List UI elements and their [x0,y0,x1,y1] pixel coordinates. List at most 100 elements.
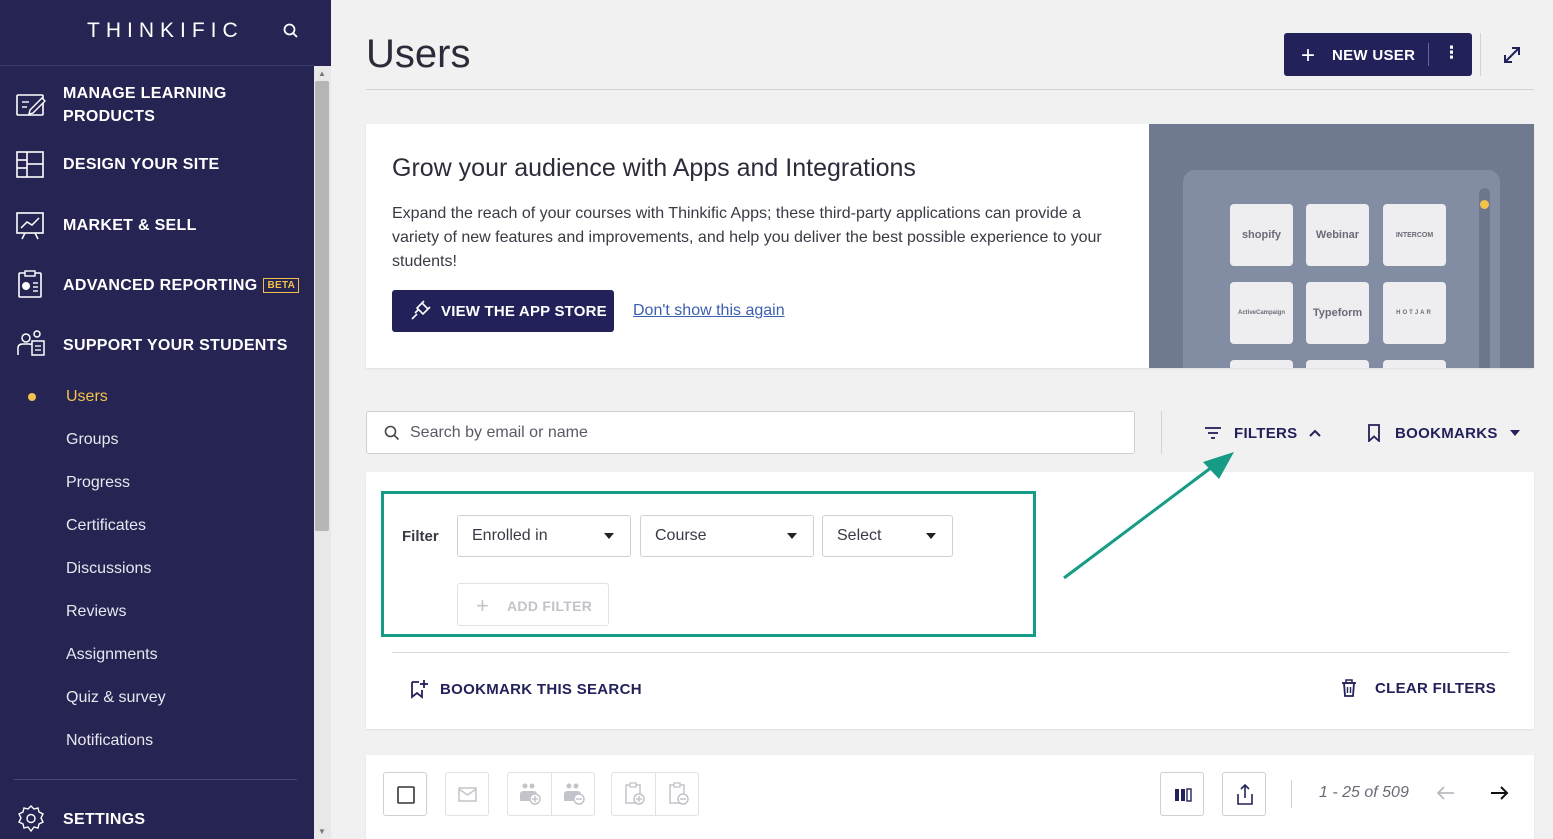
sidebar-scroll-thumb[interactable] [315,81,329,531]
email-users-button[interactable] [445,772,489,816]
typeform-tile: Typeform [1306,282,1369,344]
apps-promo-card: Grow your audience with Apps and Integra… [366,124,1534,368]
bookmark-icon [1367,424,1381,442]
clear-filters-button[interactable]: CLEAR FILTERS [1341,679,1496,697]
app-tile [1383,360,1446,368]
plus-icon: + [1301,42,1316,69]
enroll-icon[interactable] [612,773,655,815]
sidebar-item-quiz-survey[interactable]: Quiz & survey [66,689,166,707]
bookmark-this-search-button[interactable]: BOOKMARK THIS SEARCH [410,679,642,699]
plug-icon [408,299,432,323]
filters-label: FILTERS [1234,424,1298,442]
search-box [366,411,1135,454]
app-tile [1230,360,1293,368]
sidebar-item-users[interactable]: Users [66,388,108,406]
group-actions [507,772,595,816]
sidebar-item-discussions[interactable]: Discussions [66,560,151,578]
view-app-store-label: VIEW THE APP STORE [441,303,607,320]
activecampaign-tile: ActiveCampaign [1230,282,1293,344]
beta-badge: BETA [263,278,300,293]
hotjar-tile: HOTJAR [1383,282,1446,344]
users-table: 1 - 25 of 509 [366,755,1534,839]
sidebar-scroll-top [314,0,331,66]
bookmarks-button[interactable]: BOOKMARKS [1367,420,1520,446]
sidebar-item-reviews[interactable]: Reviews [66,603,126,621]
filter-lines-icon [1204,426,1222,440]
view-app-store-button[interactable]: VIEW THE APP STORE [392,290,614,332]
arrow-left-icon[interactable] [1434,781,1458,805]
more-options-icon[interactable]: ⋮ [1443,43,1460,63]
report-icon [15,269,47,299]
main-content: Users + NEW USER ⋮ Grow your audience wi… [331,0,1553,839]
nav-market-sell[interactable]: MARKET & SELL [0,212,314,240]
people-icon [15,329,47,359]
app-tile [1306,360,1369,368]
nav-label: DESIGN YOUR SITE [63,156,220,173]
intercom-tile: INTERCOM [1383,204,1446,266]
search-divider [1161,411,1162,454]
nav-manage-learning-products[interactable]: MANAGE LEARNING PRODUCTS [0,82,314,128]
new-user-label: NEW USER [1332,47,1416,64]
nav-design-your-site[interactable]: DESIGN YOUR SITE [0,150,314,180]
filter-label: Filter [402,528,439,545]
thinkific-logo[interactable]: THINKIFIC [87,19,244,43]
sidebar-item-groups[interactable]: Groups [66,431,118,449]
sidebar: THINKIFIC MANAGE LEARNING PRODUCTS DESIG… [0,0,314,839]
select-value: Course [655,527,707,544]
shopify-tile: shopify [1230,204,1293,266]
sidebar-item-certificates[interactable]: Certificates [66,517,146,535]
sidebar-item-notifications[interactable]: Notifications [66,732,153,750]
search-icon [384,425,400,441]
nav-settings[interactable]: SETTINGS [0,805,314,834]
caret-down-icon [1509,429,1520,437]
clear-filters-label: CLEAR FILTERS [1375,679,1497,697]
page-title: Users [366,32,471,76]
select-all-checkbox[interactable] [383,772,427,816]
export-button[interactable] [1222,772,1266,816]
add-to-group-icon[interactable] [508,773,551,815]
nav-label: MANAGE LEARNING PRODUCTS [63,85,227,125]
active-indicator [28,393,36,401]
apps-tray: shopify Webinar INTERCOM ActiveCampaign … [1183,170,1500,368]
select-value: Enrolled in [472,527,548,544]
apps-illustration: shopify Webinar INTERCOM ActiveCampaign … [1149,124,1534,368]
layout-icon [15,150,47,180]
columns-button[interactable] [1160,772,1204,816]
course-edit-icon [15,90,47,120]
new-user-button[interactable]: + NEW USER ⋮ [1284,33,1472,76]
nav-label-text: ADVANCED REPORTING [63,277,258,294]
search-icon[interactable] [282,22,300,40]
sidebar-item-assignments[interactable]: Assignments [66,646,158,664]
add-filter-button[interactable]: + ADD FILTER [457,583,609,626]
unenroll-icon[interactable] [656,773,699,815]
header-divider [1480,33,1481,76]
arrow-right-icon[interactable] [1487,781,1511,805]
dont-show-again-link[interactable]: Don't show this again [633,302,785,320]
nav-label: SETTINGS [63,811,146,828]
filters-button[interactable]: FILTERS [1204,420,1322,446]
bookmark-add-icon [410,679,428,699]
nav-support-your-students[interactable]: SUPPORT YOUR STUDENTS [0,330,314,360]
remove-from-group-icon[interactable] [552,773,595,815]
pagination-info: 1 - 25 of 509 [1319,784,1409,801]
scroll-up-icon[interactable]: ▲ [318,69,326,78]
course-select[interactable]: Course [640,515,814,557]
bookmarks-label: BOOKMARKS [1395,424,1498,442]
nav-label: ADVANCED REPORTING BETA [63,274,300,297]
nav-label: MARKET & SELL [63,217,197,234]
nav-advanced-reporting[interactable]: ADVANCED REPORTING BETA [0,270,314,300]
sidebar-divider [14,779,297,780]
select-value: Select [837,527,882,544]
search-input[interactable] [410,421,1110,445]
sidebar-item-progress[interactable]: Progress [66,474,130,492]
select-dropdown[interactable]: Select [822,515,953,557]
scroll-down-icon[interactable]: ▼ [318,827,326,836]
caret-down-icon [604,533,614,539]
tray-scrollbar [1479,188,1490,368]
toolbar-divider [1291,780,1292,808]
sidebar-scrollbar[interactable]: ▲ ▼ [314,66,331,839]
enrolled-in-select[interactable]: Enrolled in [457,515,631,557]
filters-divider [392,652,1509,653]
expand-icon[interactable] [1501,44,1523,66]
tray-scroll-indicator [1480,200,1489,209]
